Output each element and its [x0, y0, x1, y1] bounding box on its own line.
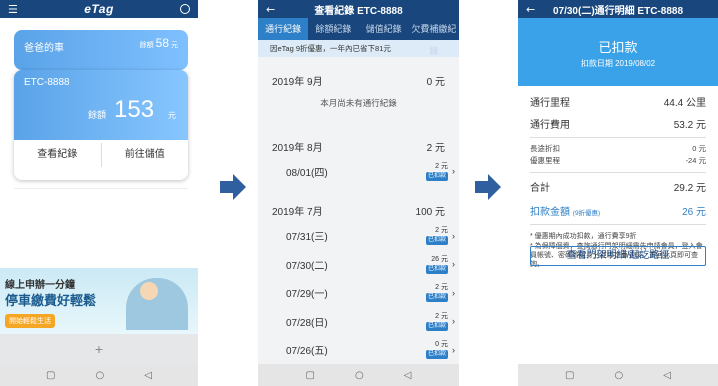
- secondary-car-card[interactable]: 爸爸的車 餘額 58 元: [14, 30, 188, 70]
- android-nav-bar: ▢ ○ ◁: [0, 364, 198, 386]
- list-item[interactable]: 07/31(三) 2 元已扣款 ›: [258, 222, 459, 251]
- list-item[interactable]: 08/01(四) 2 元已扣款 ›: [258, 157, 459, 186]
- promo-banner[interactable]: 線上申辦一分鐘 停車繳費好輕鬆 開始輕鬆生活: [0, 268, 198, 334]
- home-header: ☰ eTag: [0, 0, 198, 18]
- home-screen: ☰ eTag 爸爸的車 餘額 58 元 ETC-8888 餘額 153 元 查看紀錄…: [0, 0, 198, 386]
- month-header: 2019年 9月 0 元: [272, 76, 445, 88]
- deduct-date: 扣款日期 2019/08/02: [580, 59, 656, 68]
- detail-screen: ← 07/30(二)通行明細 ETC-8888 已扣款 扣款日期 2019/08…: [518, 0, 718, 386]
- home-icon[interactable]: ○: [96, 370, 105, 381]
- balance-unit: 元: [168, 111, 176, 120]
- menu-icon[interactable]: ☰: [8, 3, 18, 16]
- android-nav-bar: ▢ ○ ◁: [258, 364, 459, 386]
- balance-amount: 153: [114, 96, 155, 123]
- chevron-right-icon: ›: [452, 259, 455, 270]
- recents-icon[interactable]: ▢: [306, 370, 315, 381]
- back-arrow-icon[interactable]: ←: [266, 3, 275, 16]
- month-header: 2019年 7月 100 元: [272, 207, 445, 218]
- tab-balance-records[interactable]: 餘額紀錄: [308, 18, 358, 40]
- month-header: 2019年 8月 2 元: [272, 142, 445, 154]
- back-arrow-icon[interactable]: ←: [526, 3, 535, 16]
- divider: [14, 188, 188, 189]
- banner-line2: 停車繳費好輕鬆: [5, 293, 97, 308]
- banner-illustration: [126, 278, 188, 330]
- list-item[interactable]: 07/26(五) 0 元已扣款 ›: [258, 336, 459, 365]
- tab-pass-records[interactable]: 通行紀錄: [258, 18, 309, 40]
- back-icon[interactable]: ◁: [404, 370, 412, 381]
- tab-arrears-records[interactable]: 欠費補繳紀錄: [409, 18, 459, 56]
- total-row: 合計 29.2 元: [530, 183, 706, 194]
- detail-title: 07/30(二)通行明細 ETC-8888: [552, 5, 684, 17]
- banner-cta[interactable]: 開始輕鬆生活: [5, 314, 55, 328]
- plate-number: ETC-8888: [24, 77, 70, 88]
- recents-icon[interactable]: ▢: [565, 370, 574, 381]
- records-header: ← 查看紀錄 ETC-8888: [258, 0, 459, 18]
- status-hero: 已扣款 扣款日期 2019/08/02: [518, 18, 718, 86]
- banner-line1: 線上申辦一分鐘: [5, 280, 75, 291]
- main-car-card: ETC-8888 餘額 153 元 查看紀錄 前往儲值: [14, 70, 188, 180]
- list-item[interactable]: 07/29(一) 2 元已扣款 ›: [258, 279, 459, 308]
- list-item[interactable]: 07/28(日) 2 元已扣款 ›: [258, 307, 459, 336]
- chevron-right-icon: ›: [452, 230, 455, 241]
- help-icon[interactable]: [180, 4, 190, 14]
- chevron-right-icon: ›: [452, 166, 455, 177]
- car-balance: 餘額 58 元: [139, 36, 178, 50]
- etag-logo: eTag: [84, 2, 114, 16]
- add-icon[interactable]: +: [95, 341, 103, 357]
- deduct-row: 扣款金額 (9折優惠) 26 元: [530, 207, 706, 218]
- tab-topup-records[interactable]: 儲值紀錄: [359, 18, 409, 40]
- view-gantry-details-button[interactable]: 查看門架明細/起訖路徑: [530, 246, 706, 266]
- banner-person-icon: [140, 282, 158, 300]
- topup-button[interactable]: 前往儲值: [102, 143, 189, 167]
- detail-header: ← 07/30(二)通行明細 ETC-8888: [518, 0, 718, 18]
- car-name: 爸爸的車: [24, 43, 64, 54]
- android-nav-bar: ▢ ○ ◁: [518, 364, 718, 386]
- long-discount-row: 長途折扣 0 元: [530, 144, 706, 153]
- back-icon[interactable]: ◁: [663, 370, 671, 381]
- flow-arrow-icon: [220, 174, 246, 200]
- flow-arrow-icon: [475, 174, 501, 200]
- records-tabs: 通行紀錄 餘額紀錄 儲值紀錄 欠費補繳紀錄: [258, 18, 459, 56]
- balance-label: 餘額: [88, 110, 107, 120]
- empty-message: 本月尚未有通行紀錄: [320, 98, 397, 108]
- records-title: 查看紀錄 ETC-8888: [314, 5, 403, 17]
- chevron-right-icon: ›: [452, 316, 455, 327]
- back-icon[interactable]: ◁: [144, 370, 152, 381]
- view-records-button[interactable]: 查看紀錄: [14, 143, 102, 167]
- list-item[interactable]: 07/30(二) 26 元已扣款 ›: [258, 250, 459, 279]
- note-discount: * 優惠期內成功扣款，通行費享9折: [530, 233, 637, 240]
- recents-icon[interactable]: ▢: [46, 370, 55, 381]
- detail-body: 通行里程 44.4 公里 通行費用 53.2 元 長途折扣 0 元 優惠里程 -24 元…: [518, 86, 718, 364]
- home-icon[interactable]: ○: [615, 370, 624, 381]
- home-icon[interactable]: ○: [355, 370, 364, 381]
- mileage-row: 通行里程 44.4 公里: [530, 98, 706, 109]
- free-mileage-row: 優惠里程 -24 元: [530, 156, 706, 165]
- add-car-area[interactable]: +: [0, 334, 198, 364]
- records-screen: ← 查看紀錄 ETC-8888 通行紀錄 餘額紀錄 儲值紀錄 欠費補繳紀錄 因e…: [258, 0, 459, 386]
- chevron-right-icon: ›: [452, 287, 455, 298]
- chevron-right-icon: ›: [452, 344, 455, 355]
- fee-row: 通行費用 53.2 元: [530, 120, 706, 131]
- records-list: 2019年 9月 0 元 本月尚未有通行紀錄 2019年 8月 2 元 08/01(…: [258, 57, 459, 364]
- status-text: 已扣款: [598, 40, 638, 55]
